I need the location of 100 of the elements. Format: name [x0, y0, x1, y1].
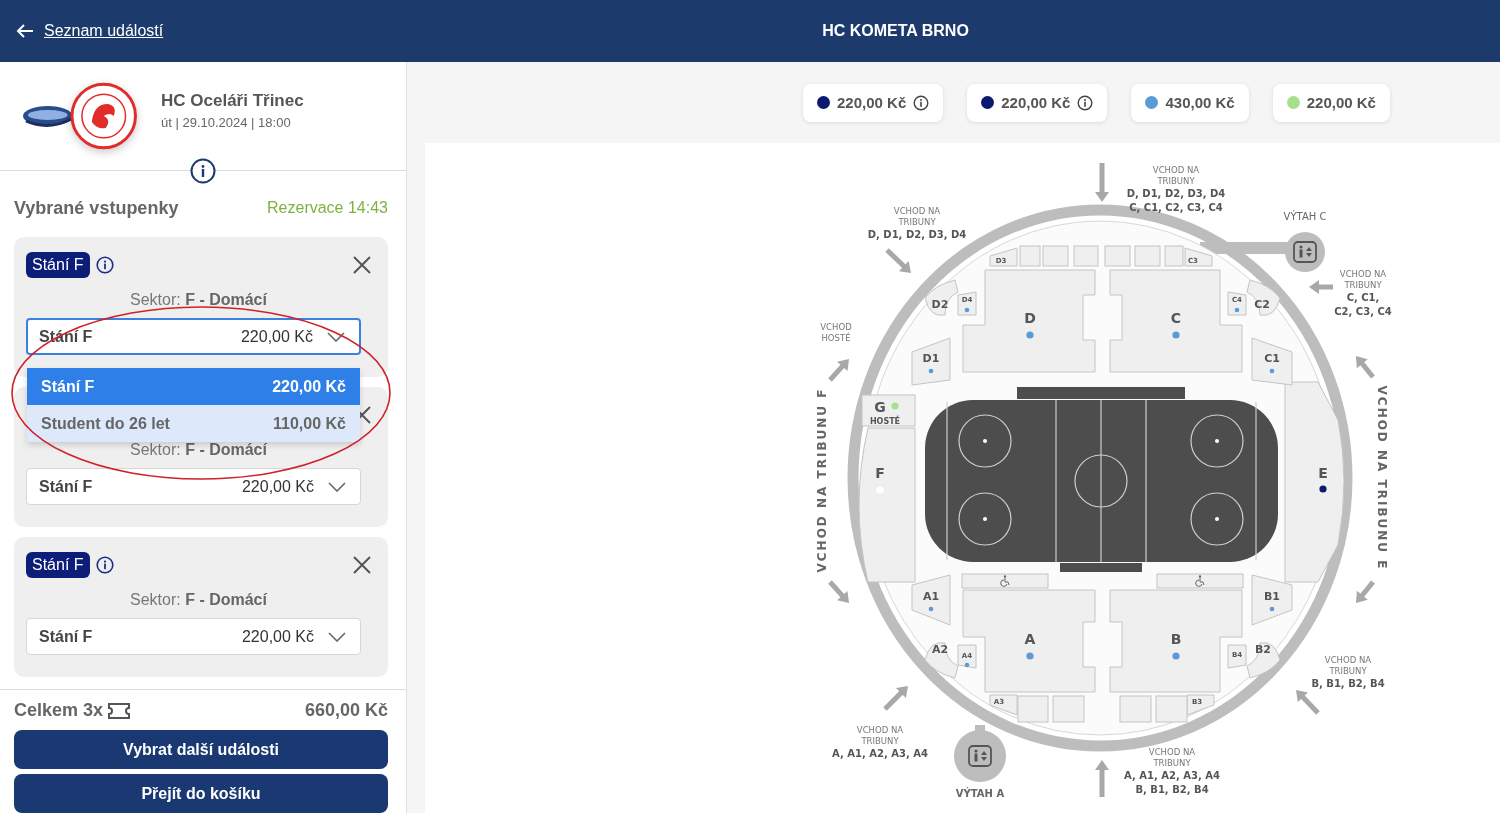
- entrance-sectors: B, B1, B2, B4: [1135, 784, 1209, 795]
- club-crest-logo: [69, 82, 137, 150]
- sector-text: Sektor: F - Domácí: [129, 591, 268, 609]
- entrance-label: VCHOD HOSTÉ: [820, 322, 852, 343]
- dropdown-option[interactable]: Student do 26 let 110,00 Kč: [27, 405, 360, 442]
- price-chip[interactable]: 220,00 Kč: [967, 83, 1108, 122]
- seating-section[interactable]: [1246, 642, 1281, 679]
- entrance-arrow: [1296, 690, 1320, 715]
- entrance-arrow: [828, 359, 849, 382]
- reservation-timer: Rezervace 14:43: [267, 199, 388, 217]
- info-icon[interactable]: [190, 158, 216, 184]
- sector-label[interactable]: A: [1024, 631, 1036, 647]
- close-icon[interactable]: [353, 556, 371, 574]
- entrance-sectors: C2, C3, C4: [1334, 306, 1392, 317]
- entrance-label: VCHOD NA TRIBUNY: [1148, 747, 1196, 768]
- seating-section[interactable]: [957, 644, 977, 669]
- event-name: HC Oceláři Třinec: [161, 90, 304, 111]
- seating-section[interactable]: [1227, 291, 1247, 316]
- seating-section[interactable]: [861, 394, 916, 427]
- entrance-sectors: D, D1, D2, D3, D4: [867, 229, 967, 240]
- sector-label[interactable]: F: [875, 465, 885, 481]
- page-title: HC KOMETA BRNO: [822, 22, 969, 40]
- sector-label[interactable]: D: [1024, 310, 1036, 326]
- seating-section[interactable]: [989, 247, 1018, 267]
- sector-label[interactable]: B: [1170, 631, 1182, 647]
- seating-section[interactable]: [1246, 279, 1281, 316]
- sector-label[interactable]: C: [1170, 310, 1182, 326]
- sector-label[interactable]: G: [874, 399, 886, 415]
- sector-text: Sektor: F - Domácí: [129, 441, 268, 459]
- seating-section[interactable]: [1184, 247, 1213, 267]
- seating-section[interactable]: [911, 574, 951, 626]
- sector-label[interactable]: C1: [1264, 352, 1280, 365]
- back-arrow-icon: [16, 23, 34, 39]
- chevron-icon: [328, 481, 346, 492]
- wheelchair-icon: [1195, 575, 1205, 587]
- entrance-label: VCHOD NA TRIBUNY: [1339, 269, 1387, 290]
- entrance-sectors: A, A1, A2, A3, A4: [1124, 770, 1220, 781]
- event-details: út | 29.10.2024 | 18:00: [161, 114, 292, 130]
- back-link[interactable]: Seznam událostí: [0, 22, 407, 40]
- seating-section[interactable]: [1227, 644, 1247, 669]
- sector-label[interactable]: D1: [922, 352, 940, 365]
- price-chip[interactable]: 220,00 Kč: [1272, 83, 1390, 122]
- entrance-sectors: A, A1, A2, A3, A4: [832, 748, 928, 759]
- sector-sublabel: HOSTÉ: [869, 417, 901, 426]
- entrance-arrow: [1309, 280, 1333, 294]
- seating-section[interactable]: [1251, 574, 1293, 626]
- seating-section[interactable]: [911, 337, 951, 386]
- ticket-type-badge: Stání F: [26, 252, 90, 278]
- entrance-arrow: [1095, 760, 1109, 797]
- info-icon[interactable]: [1077, 94, 1094, 111]
- info-icon[interactable]: [95, 556, 114, 574]
- sector-label[interactable]: B1: [1264, 590, 1280, 603]
- dropdown-option[interactable]: Stání F 220,00 Kč: [27, 368, 360, 405]
- entrance-arrow: [1356, 356, 1375, 379]
- entrance-label: VCHOD NA TRIBUNY: [856, 725, 904, 746]
- sector-label[interactable]: A2: [931, 643, 949, 656]
- sector-label[interactable]: B2: [1255, 643, 1271, 656]
- sector-label[interactable]: D2: [931, 298, 949, 311]
- close-icon[interactable]: [353, 256, 371, 274]
- seating-section[interactable]: [924, 642, 959, 679]
- total-price: 660,00 Kč: [304, 700, 388, 721]
- entrance-arrow: [883, 686, 908, 711]
- entrance-label: VCHOD NA TRIBUNY: [1152, 165, 1200, 186]
- seating-section[interactable]: [957, 291, 977, 316]
- ticket-icon: [107, 701, 132, 720]
- sector-label[interactable]: A1: [922, 590, 940, 603]
- elevator-label: VÝTAH A: [955, 788, 1005, 799]
- section-title: Vybrané vstupenky: [14, 197, 179, 219]
- elevator-icon: [1285, 232, 1325, 272]
- entrance-label: VCHOD NA TRIBUNU F: [815, 387, 829, 573]
- price-chip[interactable]: 430,00 Kč: [1131, 83, 1249, 122]
- chevron-icon: [328, 631, 346, 642]
- total-label: Celkem 3x: [14, 700, 104, 721]
- info-icon[interactable]: [95, 256, 114, 274]
- elevator-icon: [954, 730, 1006, 782]
- action-button[interactable]: Přejít do košíku: [14, 774, 388, 813]
- sector-label[interactable]: C2: [1254, 298, 1270, 311]
- entrance-arrow: [1095, 163, 1109, 202]
- entrance-label: VCHOD NA TRIBUNY: [1324, 655, 1372, 676]
- action-button[interactable]: Vybrat další události: [14, 730, 388, 769]
- elevator-label: VÝTAH C: [1283, 211, 1327, 222]
- seating-section[interactable]: [924, 279, 959, 316]
- ticket-select[interactable]: Stání F 220,00 Kč: [26, 468, 361, 505]
- ticket-type-badge: Stání F: [26, 552, 90, 578]
- entrance-sectors: B, B1, B2, B4: [1311, 678, 1385, 689]
- price-chip[interactable]: 220,00 Kč: [803, 83, 944, 122]
- sector-text: Sektor: F - Domácí: [129, 291, 268, 309]
- entrance-arrow: [828, 580, 849, 603]
- seating-section[interactable]: [1251, 337, 1293, 386]
- entrance-arrow: [1356, 580, 1375, 603]
- entrance-sectors: D, D1, D2, D3, D4: [1126, 188, 1226, 199]
- sector-label[interactable]: E: [1318, 465, 1328, 481]
- info-icon[interactable]: [913, 94, 930, 111]
- chevron-icon: [327, 331, 345, 342]
- entrance-arrow: [885, 248, 911, 273]
- entrance-sectors: C, C1,: [1346, 292, 1380, 303]
- wheelchair-icon: [1000, 575, 1010, 587]
- entrance-label: VCHOD NA TRIBUNY: [893, 206, 941, 227]
- ticket-select[interactable]: Stání F 220,00 Kč: [26, 618, 361, 655]
- entrance-label: VCHOD NA TRIBUNU E: [1375, 385, 1389, 571]
